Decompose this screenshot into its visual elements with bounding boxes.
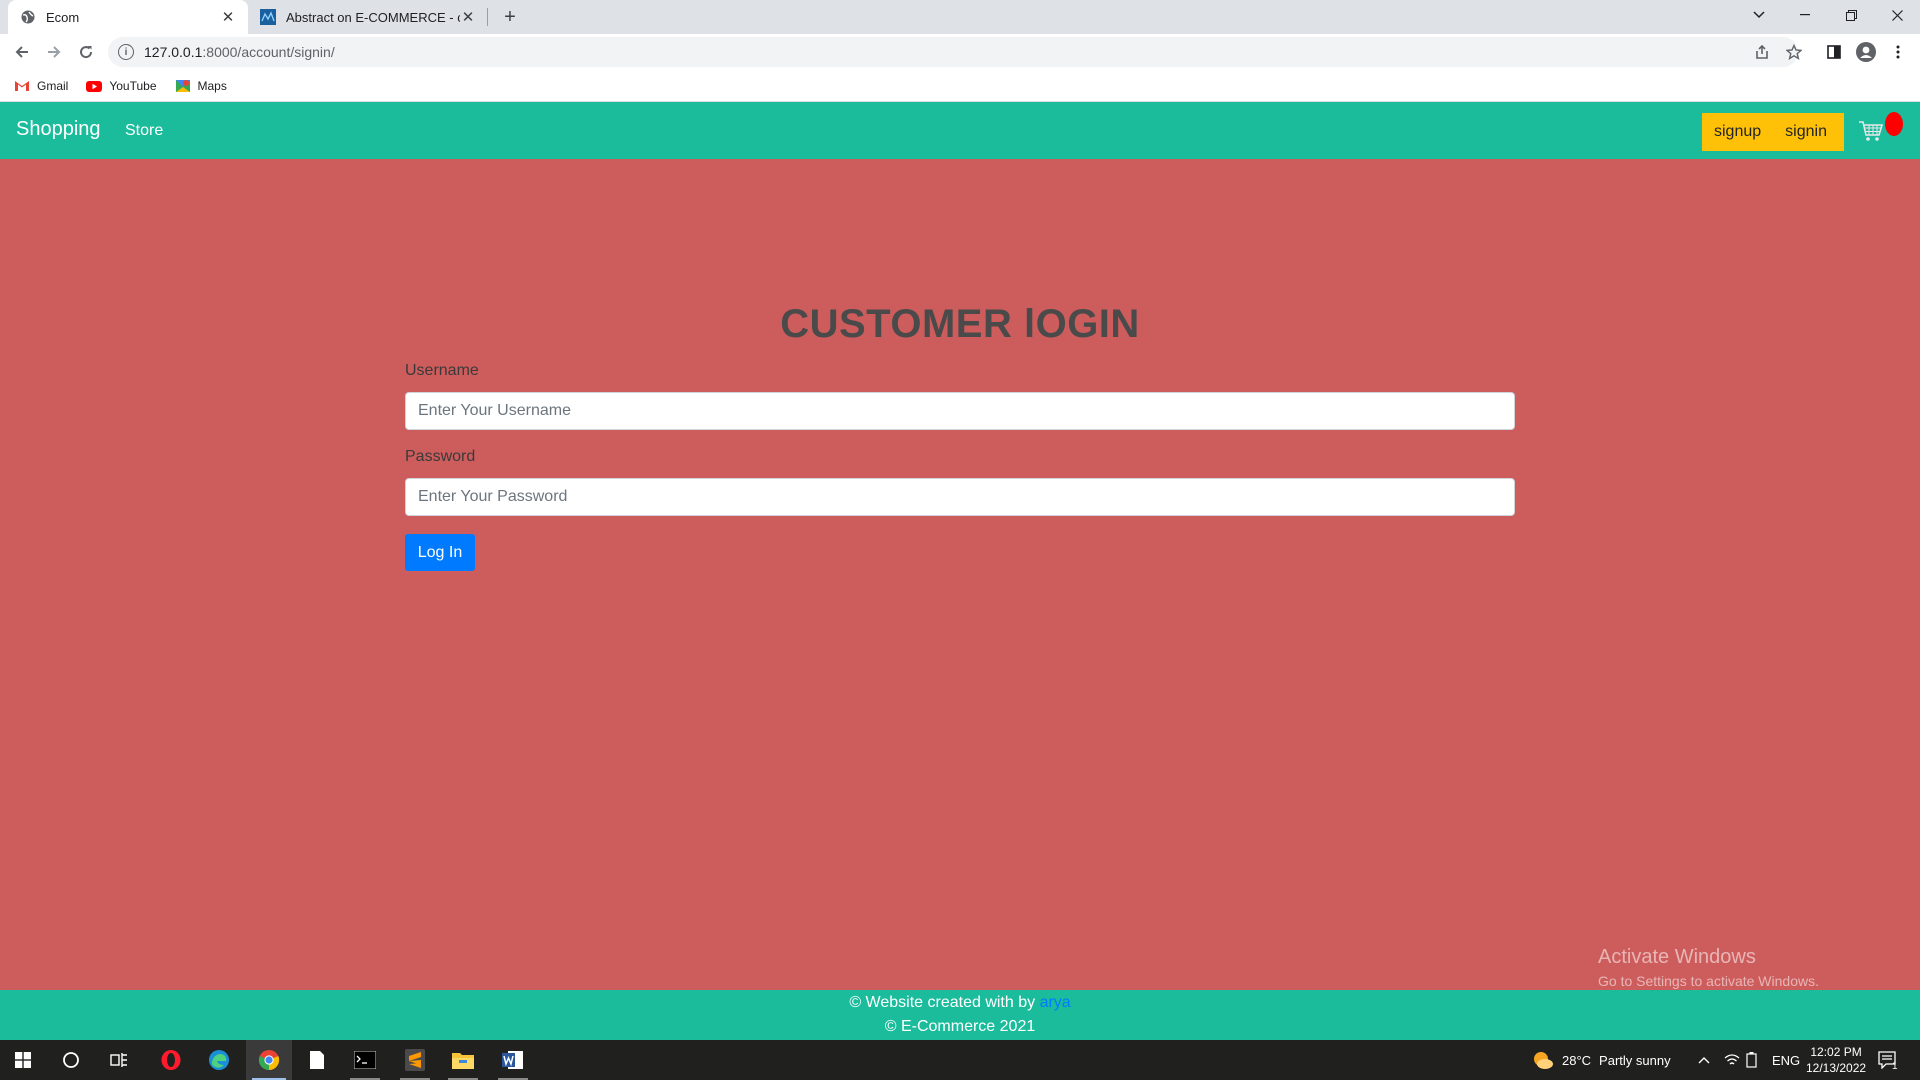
url-text: 127.0.0.1:8000/account/signin/ xyxy=(144,44,335,60)
sublime-text-icon[interactable] xyxy=(392,1040,438,1080)
reload-icon[interactable] xyxy=(72,38,100,66)
notification-count: 1 xyxy=(1892,1060,1898,1072)
tab-ecom[interactable]: Ecom ✕ xyxy=(8,0,248,34)
bookmark-gmail[interactable]: Gmail xyxy=(14,78,68,94)
cart-count-badge xyxy=(1885,112,1903,136)
clock-time: 12:02 PM xyxy=(1810,1045,1862,1059)
site-info-icon[interactable]: i xyxy=(118,44,134,60)
site-navbar: Shopping Store signup signin xyxy=(0,102,1920,159)
youtube-icon xyxy=(86,80,103,92)
page-title: CUSTOMER lOGIN xyxy=(780,302,1140,346)
weather-widget[interactable]: 28°C Partly sunny xyxy=(1532,1040,1671,1080)
browser-tab-bar: Ecom ✕ Abstract on E-COMMERCE - crea ✕ + xyxy=(0,0,1920,34)
clock[interactable]: 12:02 PM 12/13/2022 xyxy=(1806,1040,1866,1080)
close-window-icon[interactable] xyxy=(1874,0,1920,30)
watermark-title: Activate Windows xyxy=(1598,946,1756,968)
nav-store-link[interactable]: Store xyxy=(125,122,163,140)
new-tab-button[interactable]: + xyxy=(498,5,522,29)
page-content: Shopping Store signup signin CUSTOMER lO… xyxy=(0,102,1920,1040)
watermark-subtitle: Go to Settings to activate Windows. xyxy=(1598,973,1819,989)
tab-abstract[interactable]: Abstract on E-COMMERCE - crea ✕ xyxy=(248,0,488,34)
opera-icon[interactable] xyxy=(148,1040,194,1080)
word-icon[interactable] xyxy=(490,1040,536,1080)
windows-taskbar: 28°C Partly sunny ENG 12:02 PM 12/13/202… xyxy=(0,1040,1920,1080)
tab-title: Ecom xyxy=(46,9,80,25)
file-icon[interactable] xyxy=(294,1040,340,1080)
auth-links: signup signin xyxy=(1702,113,1844,151)
start-icon[interactable] xyxy=(0,1040,46,1080)
tab-separator xyxy=(487,8,488,26)
show-hidden-icons[interactable] xyxy=(1698,1040,1710,1080)
file-explorer-icon[interactable] xyxy=(440,1040,486,1080)
restore-icon[interactable] xyxy=(1828,0,1874,30)
cart-icon[interactable] xyxy=(1858,120,1884,142)
username-input[interactable] xyxy=(405,392,1515,430)
task-view-icon[interactable] xyxy=(96,1040,142,1080)
language-indicator[interactable]: ENG xyxy=(1772,1040,1800,1080)
bookmarks-bar: Gmail YouTube Maps xyxy=(0,70,1920,102)
terminal-icon[interactable] xyxy=(342,1040,388,1080)
brand-link[interactable]: Shopping xyxy=(16,118,101,141)
browser-toolbar: i 127.0.0.1:8000/account/signin/ xyxy=(0,34,1920,70)
weather-desc: Partly sunny xyxy=(1599,1052,1671,1068)
search-icon[interactable] xyxy=(48,1040,94,1080)
gmail-icon xyxy=(15,80,29,91)
password-label: Password xyxy=(405,448,476,465)
password-input[interactable] xyxy=(405,478,1515,516)
tab-title: Abstract on E-COMMERCE - crea xyxy=(286,9,460,25)
address-bar[interactable]: i 127.0.0.1:8000/account/signin/ xyxy=(108,37,1798,67)
login-button[interactable]: Log In xyxy=(405,534,475,571)
document-favicon-icon xyxy=(260,9,276,25)
side-panel-icon[interactable] xyxy=(1820,38,1848,66)
signin-link[interactable]: signin xyxy=(1773,123,1839,141)
edge-icon[interactable] xyxy=(196,1040,242,1080)
signup-link[interactable]: signup xyxy=(1702,123,1773,141)
forward-arrow-icon[interactable] xyxy=(40,38,68,66)
username-label: Username xyxy=(405,362,479,379)
tab-search-icon[interactable] xyxy=(1736,0,1782,30)
weather-temp: 28°C xyxy=(1562,1052,1592,1068)
maps-icon xyxy=(175,79,190,92)
close-tab-icon[interactable]: ✕ xyxy=(460,9,476,26)
clock-date: 12/13/2022 xyxy=(1806,1061,1867,1075)
close-tab-icon[interactable]: ✕ xyxy=(220,9,236,26)
back-arrow-icon[interactable] xyxy=(8,38,36,66)
footer-credit: © Website created with by arya xyxy=(849,994,1071,1011)
bookmark-maps[interactable]: Maps xyxy=(175,78,227,94)
share-icon[interactable] xyxy=(1748,38,1776,66)
activate-windows-watermark: Activate Windows Go to Settings to activ… xyxy=(1598,946,1819,989)
footer-copyright: © E-Commerce 2021 xyxy=(884,1018,1036,1035)
notification-icon[interactable]: 1 xyxy=(1878,1040,1898,1080)
bookmark-star-icon[interactable] xyxy=(1780,38,1808,66)
network-icon[interactable] xyxy=(1724,1040,1740,1080)
menu-kebab-icon[interactable] xyxy=(1884,38,1912,66)
bookmark-youtube[interactable]: YouTube xyxy=(86,78,157,94)
chrome-icon[interactable] xyxy=(246,1040,292,1080)
minimize-icon[interactable] xyxy=(1782,0,1828,30)
site-footer: © Website created with by arya © E-Comme… xyxy=(0,990,1920,1040)
partly-sunny-icon xyxy=(1534,1052,1553,1069)
battery-icon[interactable] xyxy=(1746,1040,1758,1080)
profile-avatar-icon[interactable] xyxy=(1852,38,1880,66)
author-link[interactable]: arya xyxy=(1040,994,1071,1011)
globe-icon xyxy=(21,10,35,24)
